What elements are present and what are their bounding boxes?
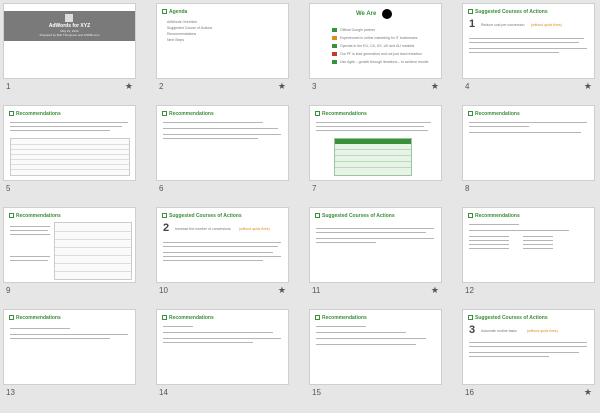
- star-icon: ★: [583, 81, 592, 91]
- slide-6-title: Recommendations: [162, 111, 214, 117]
- slide-cell-15[interactable]: Recommendations 15: [310, 310, 441, 408]
- feature-item: Our PF is lead generation and not just l…: [340, 52, 422, 56]
- slide-10-title: Suggested Courses of Actions: [162, 213, 242, 219]
- slide-4-title: Suggested Courses of Actions: [468, 9, 548, 15]
- slide-thumbnail-11[interactable]: Suggested Courses of Actions: [310, 208, 441, 282]
- slide-cell-3[interactable]: We Are Official Google partner Experienc…: [310, 4, 441, 102]
- slide-cell-16[interactable]: Suggested Courses of Actions 3 Automate …: [463, 310, 594, 408]
- slide-cell-2[interactable]: Agenda AdWords Overview Suggested Course…: [157, 4, 288, 102]
- feature-item: Official Google partner: [340, 28, 375, 32]
- slide-cell-1[interactable]: AdWords for XYZ May 21, 2014 Prepared by…: [4, 4, 135, 102]
- section-subtitle: Reduce cost per conversion: [481, 23, 525, 27]
- slide-number: 5: [6, 184, 11, 193]
- slide-thumbnail-1[interactable]: AdWords for XYZ May 21, 2014 Prepared by…: [4, 4, 135, 78]
- feature-item: Operate in the EU, CA, US, UK and AU mar…: [340, 44, 415, 48]
- slide-number: 7: [312, 184, 317, 193]
- slide-number: 8: [465, 184, 470, 193]
- slide-5-title: Recommendations: [9, 111, 61, 117]
- feature-item: Use Agile – growth through iterations – …: [340, 60, 429, 64]
- slide-number: 1: [6, 82, 11, 91]
- slide-13-title: Recommendations: [9, 315, 61, 321]
- slide-thumbnail-6[interactable]: Recommendations: [157, 106, 288, 180]
- feature-icon: [332, 60, 337, 64]
- star-icon: ★: [430, 81, 439, 91]
- feature-icon: [332, 28, 337, 32]
- slide-2-title: Agenda: [162, 9, 187, 15]
- slide-thumbnail-9[interactable]: Recommendations: [4, 208, 135, 282]
- slide-number: 10: [159, 286, 168, 295]
- slide-thumbnail-16[interactable]: Suggested Courses of Actions 3 Automate …: [463, 310, 594, 384]
- slide-thumbnail-3[interactable]: We Are Official Google partner Experienc…: [310, 4, 441, 78]
- slide-cell-6[interactable]: Recommendations 6: [157, 106, 288, 204]
- star-icon: ★: [277, 81, 286, 91]
- slide-16-title: Suggested Courses of Actions: [468, 315, 548, 321]
- section-subtitle: Automate routine tasks: [481, 329, 517, 333]
- slide-thumbnail-14[interactable]: Recommendations: [157, 310, 288, 384]
- section-number: 2: [163, 222, 170, 234]
- slide-8-title: Recommendations: [468, 111, 520, 117]
- slide-cell-11[interactable]: Suggested Courses of Actions 11 ★: [310, 208, 441, 306]
- slide-thumbnail-5[interactable]: Recommendations: [4, 106, 135, 180]
- slide-thumbnail-10[interactable]: Suggested Courses of Actions 2 Increase …: [157, 208, 288, 282]
- section-number: 3: [469, 324, 476, 336]
- star-icon: ★: [277, 285, 286, 295]
- slide-cell-7[interactable]: Recommendations 7: [310, 106, 441, 204]
- slide-thumbnail-8[interactable]: Recommendations: [463, 106, 594, 180]
- slide-thumbnail-2[interactable]: Agenda AdWords Overview Suggested Course…: [157, 4, 288, 78]
- slide-thumbnail-15[interactable]: Recommendations: [310, 310, 441, 384]
- agenda-item: Next Steps: [167, 38, 185, 42]
- section-subtitle: Increase the number of conversions: [175, 227, 231, 231]
- star-icon: ★: [430, 285, 439, 295]
- section-subtitle-extra: (without quick fixes): [239, 227, 270, 231]
- star-icon: ★: [124, 81, 133, 91]
- feature-item: Experienced in online marketing for IT b…: [340, 36, 418, 40]
- slide-number: 3: [312, 82, 317, 91]
- slide-number: 11: [312, 286, 321, 295]
- slide-thumbnail-7[interactable]: Recommendations: [310, 106, 441, 180]
- section-subtitle-extra: (without quick fixes): [531, 23, 562, 27]
- slide-number: 14: [159, 388, 168, 397]
- slide-cell-8[interactable]: Recommendations 8: [463, 106, 594, 204]
- section-subtitle-extra: (without quick fixes): [527, 329, 558, 333]
- agenda-item: Suggested Course of Actions: [167, 26, 213, 30]
- slide-thumbnail-12[interactable]: Recommendations: [463, 208, 594, 282]
- data-table: [334, 138, 412, 176]
- section-number: 1: [469, 18, 476, 30]
- slide-number: 15: [312, 388, 321, 397]
- feature-icon: [332, 44, 337, 48]
- slide-number: 9: [6, 286, 11, 295]
- slide-number: 12: [465, 286, 474, 295]
- agenda-item: Recommendations: [167, 32, 197, 36]
- slide-cell-4[interactable]: Suggested Courses of Actions 1 Reduce co…: [463, 4, 594, 102]
- star-icon: ★: [583, 387, 592, 397]
- slide-cell-10[interactable]: Suggested Courses of Actions 2 Increase …: [157, 208, 288, 306]
- logo-icon: [65, 14, 73, 22]
- slide-12-title: Recommendations: [468, 213, 520, 219]
- slide-1-byline: Prepared by Bob Thompson and OSMIF.com: [39, 33, 100, 37]
- slide-number: 6: [159, 184, 164, 193]
- slide-cell-14[interactable]: Recommendations 14: [157, 310, 288, 408]
- slide-9-title: Recommendations: [9, 213, 61, 219]
- slide-cell-12[interactable]: Recommendations 12: [463, 208, 594, 306]
- agenda-item: AdWords Overview: [167, 20, 197, 24]
- slide-7-title: Recommendations: [315, 111, 367, 117]
- slide-cell-5[interactable]: Recommendations 5: [4, 106, 135, 204]
- feature-icon: [332, 36, 337, 40]
- slide-thumbnail-13[interactable]: Recommendations: [4, 310, 135, 384]
- slide-thumbnail-4[interactable]: Suggested Courses of Actions 1 Reduce co…: [463, 4, 594, 78]
- feature-icon: [332, 52, 337, 56]
- slide-number: 2: [159, 82, 164, 91]
- screenshot-table: [10, 138, 130, 176]
- screenshot-table: [54, 222, 132, 280]
- slide-number: 16: [465, 388, 474, 397]
- slide-14-title: Recommendations: [162, 315, 214, 321]
- slide-number: 4: [465, 82, 470, 91]
- slide-cell-9[interactable]: Recommendations 9: [4, 208, 135, 306]
- slide-11-title: Suggested Courses of Actions: [315, 213, 395, 219]
- slide-cell-13[interactable]: Recommendations 13: [4, 310, 135, 408]
- slide-number: 13: [6, 388, 15, 397]
- slide-15-title: Recommendations: [315, 315, 367, 321]
- logo-icon: [382, 9, 392, 19]
- slide-3-title: We Are: [356, 11, 377, 17]
